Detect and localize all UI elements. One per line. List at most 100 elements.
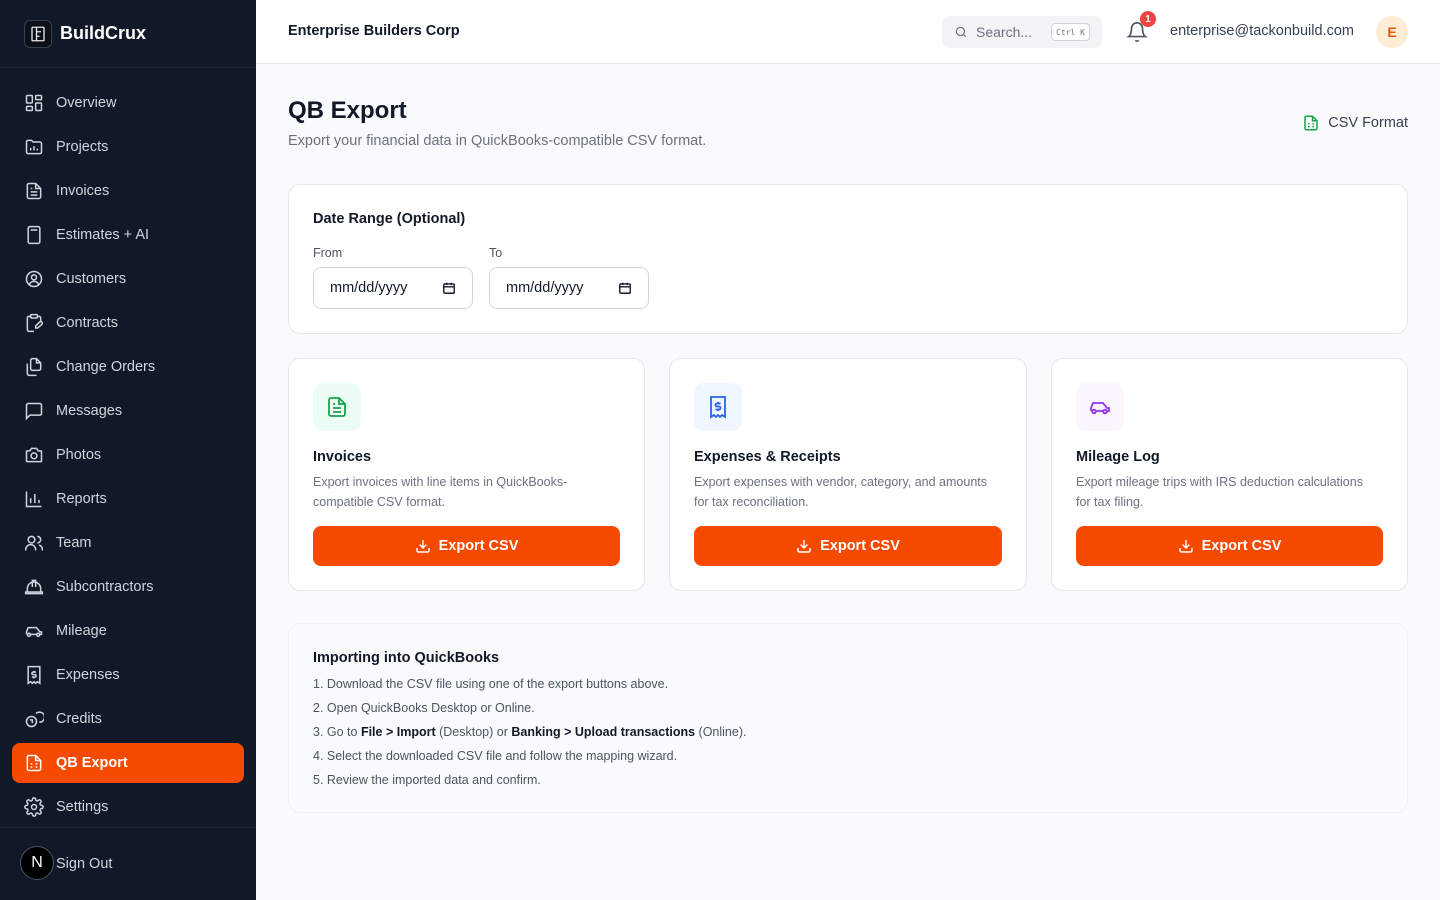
- sidebar-item-label: Settings: [56, 799, 109, 815]
- file-text-icon: [328, 397, 346, 417]
- brand[interactable]: BuildCrux: [0, 0, 256, 68]
- import-step: 4. Select the downloaded CSV file and fo…: [313, 749, 678, 763]
- download-icon: [797, 540, 811, 553]
- mileage-icon-tile: [1076, 383, 1124, 431]
- csv-format-label: CSV Format: [1328, 115, 1408, 131]
- car-icon: [25, 626, 43, 637]
- sidebar-item-label: Mileage: [56, 623, 107, 639]
- files-icon: [26, 357, 42, 377]
- to-date-field[interactable]: mm/dd/yyyy: [489, 267, 649, 309]
- sidebar-nav: Overview Projects Invoices Estimates + A…: [12, 83, 244, 831]
- calendar-icon[interactable]: [442, 281, 456, 295]
- camera-icon: [25, 447, 43, 463]
- sidebar-item-customers[interactable]: Customers: [12, 259, 244, 299]
- export-description: Export invoices with line items in Quick…: [313, 475, 568, 509]
- sidebar-item-overview[interactable]: Overview: [12, 83, 244, 123]
- user-email[interactable]: enterprise@tackonbuild.com: [1170, 23, 1354, 39]
- org-name: Enterprise Builders Corp: [288, 23, 460, 39]
- sidebar-item-label: Customers: [56, 271, 127, 287]
- users-icon: [24, 535, 44, 551]
- sidebar-item-projects[interactable]: Projects: [12, 127, 244, 167]
- date-range-card: Date Range (Optional) From To mm/dd/yyyy…: [288, 184, 1408, 334]
- sidebar-item-photos[interactable]: Photos: [12, 435, 244, 475]
- invoices-export-card: Invoices Export invoices with line items…: [288, 358, 645, 591]
- receipt-dollar-icon: [27, 665, 41, 685]
- step-text: 3. Go to: [313, 725, 361, 739]
- export-expenses-button[interactable]: Export CSV: [694, 526, 1002, 566]
- step-path-desktop: File > Import: [360, 725, 436, 739]
- sidebar-item-expenses[interactable]: Expenses: [12, 655, 244, 695]
- sidebar-item-label: Change Orders: [56, 359, 156, 375]
- download-icon: [415, 540, 430, 553]
- import-guide-card: Importing into QuickBooks 1. Download th…: [288, 623, 1408, 813]
- sidebar-item-reports[interactable]: Reports: [12, 479, 244, 519]
- sidebar-item-label: Estimates + AI: [56, 227, 150, 243]
- import-steps: 1. Download the CSV file using one of th…: [313, 676, 746, 796]
- step-text: (Desktop) or: [435, 725, 512, 739]
- car-icon: [1090, 402, 1110, 415]
- export-button-label: Export CSV: [820, 538, 900, 554]
- export-title: Invoices: [313, 449, 372, 465]
- export-invoices-button[interactable]: Export CSV: [313, 526, 620, 566]
- coins-icon: [25, 711, 44, 728]
- file-text-icon: [26, 182, 42, 200]
- sidebar-item-change-orders[interactable]: Change Orders: [12, 347, 244, 387]
- to-label: To: [489, 246, 503, 260]
- sidebar-item-team[interactable]: Team: [12, 523, 244, 563]
- search-input[interactable]: Search... Ctrl K: [942, 16, 1102, 48]
- top-bar: Enterprise Builders Corp Search... Ctrl …: [256, 0, 1440, 64]
- sidebar-item-label: QB Export: [56, 755, 128, 771]
- sidebar-item-label: Messages: [56, 403, 123, 419]
- to-date-value: mm/dd/yyyy: [506, 280, 584, 296]
- sidebar-item-estimates[interactable]: Estimates + AI: [12, 215, 244, 255]
- calendar-icon[interactable]: [618, 281, 632, 295]
- sidebar-item-credits[interactable]: Credits: [12, 699, 244, 739]
- step-text: (Online).: [695, 725, 747, 739]
- file-spreadsheet-icon: [26, 754, 42, 772]
- sidebar-item-qb-export[interactable]: QB Export: [12, 743, 244, 783]
- sidebar-item-label: Contracts: [56, 315, 119, 331]
- export-description: Export expenses with vendor, category, a…: [694, 475, 987, 509]
- from-date-field[interactable]: mm/dd/yyyy: [313, 267, 473, 309]
- message-square-icon: [25, 402, 43, 421]
- avatar[interactable]: E: [1376, 16, 1408, 48]
- sidebar-item-label: Photos: [56, 447, 102, 463]
- sign-out-button[interactable]: Sign Out: [56, 856, 112, 872]
- sidebar-item-label: Credits: [56, 711, 102, 727]
- sidebar-item-label: Expenses: [56, 667, 120, 683]
- notification-badge: 1: [1140, 11, 1156, 27]
- export-title: Expenses & Receipts: [694, 449, 841, 465]
- sidebar-item-settings[interactable]: Settings: [12, 787, 244, 827]
- search-icon: [955, 26, 967, 38]
- export-mileage-button[interactable]: Export CSV: [1076, 526, 1383, 566]
- from-date-value: mm/dd/yyyy: [330, 280, 408, 296]
- sidebar: BuildCrux Overview Projects Invoices Est…: [0, 0, 256, 900]
- n-badge[interactable]: N: [20, 846, 54, 880]
- logo-icon: [24, 19, 52, 48]
- download-icon: [1178, 540, 1193, 553]
- sidebar-item-subcontractors[interactable]: Subcontractors: [12, 567, 244, 607]
- import-step: 1. Download the CSV file using one of th…: [313, 677, 669, 691]
- sidebar-item-contracts[interactable]: Contracts: [12, 303, 244, 343]
- user-circle-icon: [25, 270, 43, 288]
- bar-chart-icon: [25, 491, 42, 508]
- gear-icon: [24, 797, 44, 817]
- sidebar-footer: N Sign Out: [0, 827, 256, 900]
- mileage-export-card: Mileage Log Export mileage trips with IR…: [1051, 358, 1408, 591]
- grid-icon: [25, 94, 43, 112]
- export-button-label: Export CSV: [1201, 538, 1282, 554]
- sidebar-item-mileage[interactable]: Mileage: [12, 611, 244, 651]
- date-range-title: Date Range (Optional): [313, 211, 466, 227]
- brand-name: BuildCrux: [60, 23, 147, 43]
- csv-format-badge: CSV Format: [1302, 114, 1408, 132]
- import-guide-title: Importing into QuickBooks: [313, 650, 500, 666]
- receipt-dollar-icon: [710, 396, 726, 419]
- sidebar-item-messages[interactable]: Messages: [12, 391, 244, 431]
- calculator-icon: [27, 225, 41, 245]
- sidebar-item-invoices[interactable]: Invoices: [12, 171, 244, 211]
- export-description: Export mileage trips with IRS deduction …: [1076, 475, 1363, 509]
- expenses-export-card: Expenses & Receipts Export expenses with…: [669, 358, 1027, 591]
- file-spreadsheet-icon: [1304, 115, 1318, 131]
- invoices-icon-tile: [313, 383, 361, 431]
- step-path-online: Banking > Upload transactions: [511, 725, 696, 739]
